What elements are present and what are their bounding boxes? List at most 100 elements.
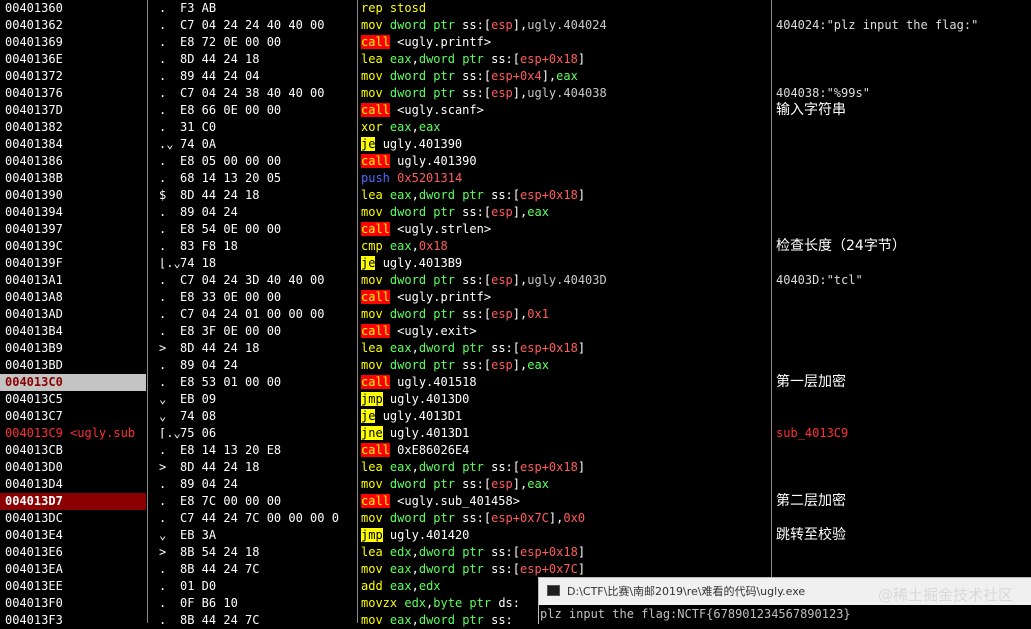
address-cell[interactable]: 004013C5 [0, 391, 146, 408]
address-cell[interactable]: 004013C7 [0, 408, 146, 425]
address-cell[interactable]: 00401384 [0, 136, 146, 153]
instruction[interactable]: mov dword ptr ss:[esp],eax [361, 476, 771, 493]
disasm-row[interactable]: 00401360. F3 AB rep stosd [0, 0, 1031, 17]
address-cell[interactable]: 004013E6 [0, 544, 146, 561]
disasm-row[interactable]: 00401394. 89 04 24 mov dword ptr ss:[esp],… [0, 204, 1031, 221]
disasm-row[interactable]: 004013A1. C7 04 24 3D 40 40 00 mov dword p… [0, 272, 1031, 289]
instruction[interactable]: mov dword ptr ss:[esp],0x1 [361, 306, 771, 323]
instruction[interactable]: lea eax,dword ptr ss:[esp+0x18] [361, 51, 771, 68]
disasm-row[interactable]: 004013A8. E8 33 0E 00 00 call <ugly.printf… [0, 289, 1031, 306]
comment-cell[interactable] [776, 561, 1031, 578]
address-cell[interactable]: 00401362 [0, 17, 146, 34]
address-cell[interactable]: 004013C0 [0, 374, 146, 391]
disasm-row[interactable]: 0040139C. 83 F8 18 cmp eax,0x18 检查长度（24字节） [0, 238, 1031, 255]
comment-cell[interactable]: 404024:"plz input the flag:" [776, 17, 1031, 34]
disasm-row[interactable]: 004013C5 ⌄ EB 09 jmp ugly.4013D0 [0, 391, 1031, 408]
address-cell[interactable]: 0040139F [0, 255, 146, 272]
instruction[interactable]: call <ugly.sub_401458> [361, 493, 771, 510]
address-cell[interactable]: 00401369 [0, 34, 146, 51]
disasm-row[interactable]: 004013E4 ⌄ EB 3A jmp ugly.401420 跳转至校验 [0, 527, 1031, 544]
instruction[interactable]: cmp eax,0x18 [361, 238, 771, 255]
address-cell[interactable]: 0040139C [0, 238, 146, 255]
disasm-row[interactable]: 00401397. E8 54 0E 00 00 call <ugly.strlen… [0, 221, 1031, 238]
instruction[interactable]: lea eax,dword ptr ss:[esp+0x18] [361, 340, 771, 357]
address-cell[interactable]: 00401394 [0, 204, 146, 221]
instruction[interactable]: mov dword ptr ss:[esp+0x7C],0x0 [361, 510, 771, 527]
address-cell[interactable]: 00401397 [0, 221, 146, 238]
disasm-row[interactable]: 004013D7. E8 7C 00 00 00 call <ugly.sub_40… [0, 493, 1031, 510]
comment-cell[interactable] [776, 187, 1031, 204]
instruction[interactable]: call <ugly.exit> [361, 323, 771, 340]
disasm-row[interactable]: 0040137D. E8 66 0E 00 00 call <ugly.scanf>… [0, 102, 1031, 119]
address-cell[interactable]: 004013A1 [0, 272, 146, 289]
disasm-row[interactable]: 0040139F ⌊.⌄ 74 18 je ugly.4013B9 [0, 255, 1031, 272]
disasm-row[interactable]: 00401390 $8D 44 24 18 lea eax,dword ptr ss… [0, 187, 1031, 204]
instruction[interactable]: mov dword ptr ss:[esp],eax [361, 204, 771, 221]
instruction[interactable]: call 0xE86026E4 [361, 442, 771, 459]
comment-cell[interactable]: 跳转至校验 [776, 527, 1031, 544]
address-cell[interactable]: 004013D7 [0, 493, 146, 510]
address-cell[interactable]: 00401376 [0, 85, 146, 102]
comment-cell[interactable] [776, 68, 1031, 85]
disasm-row[interactable]: 004013E6 >8B 54 24 18 lea edx,dword ptr ss… [0, 544, 1031, 561]
disasm-row[interactable]: 00401372. 89 44 24 04 mov dword ptr ss:[es… [0, 68, 1031, 85]
address-cell[interactable]: 004013EA [0, 561, 146, 578]
instruction[interactable]: je ugly.401390 [361, 136, 771, 153]
comment-cell[interactable] [776, 153, 1031, 170]
instruction[interactable]: je ugly.4013D1 [361, 408, 771, 425]
instruction[interactable]: je ugly.4013B9 [361, 255, 771, 272]
address-cell[interactable]: 004013C9 <ugly.sub [0, 425, 146, 442]
disasm-row[interactable]: 004013C9 <ugly.sub ⌈.⌄ 75 06 jne ugly.4013D… [0, 425, 1031, 442]
comment-cell[interactable] [776, 544, 1031, 561]
disasm-row[interactable]: 004013C7 ⌄ 74 08 je ugly.4013D1 [0, 408, 1031, 425]
comment-cell[interactable] [776, 357, 1031, 374]
instruction[interactable]: mov dword ptr ss:[esp],ugly.404024 [361, 17, 771, 34]
instruction[interactable]: xor eax,eax [361, 119, 771, 136]
instruction[interactable]: mov dword ptr ss:[esp+0x4],eax [361, 68, 771, 85]
disasm-row[interactable]: 004013BD. 89 04 24 mov dword ptr ss:[esp],… [0, 357, 1031, 374]
comment-cell[interactable] [776, 136, 1031, 153]
instruction[interactable]: call <ugly.scanf> [361, 102, 771, 119]
address-cell[interactable]: 00401386 [0, 153, 146, 170]
comment-cell[interactable] [776, 510, 1031, 527]
instruction[interactable]: call ugly.401518 [361, 374, 771, 391]
comment-cell[interactable] [776, 476, 1031, 493]
disasm-row[interactable]: 004013B9 >8D 44 24 18 lea eax,dword ptr ss… [0, 340, 1031, 357]
comment-cell[interactable] [776, 459, 1031, 476]
comment-cell[interactable] [776, 170, 1031, 187]
address-cell[interactable]: 00401382 [0, 119, 146, 136]
address-cell[interactable]: 0040137D [0, 102, 146, 119]
comment-cell[interactable]: 第一层加密 [776, 374, 1031, 391]
address-cell[interactable]: 00401360 [0, 0, 146, 17]
address-cell[interactable]: 004013F3 [0, 612, 146, 629]
disasm-row[interactable]: 00401369. E8 72 0E 00 00 call <ugly.printf… [0, 34, 1031, 51]
address-cell[interactable]: 004013F0 [0, 595, 146, 612]
address-cell[interactable]: 00401390 [0, 187, 146, 204]
disasm-row[interactable]: 00401362. C7 04 24 24 40 40 00 mov dword p… [0, 17, 1031, 34]
instruction[interactable]: push 0x5201314 [361, 170, 771, 187]
comment-cell[interactable] [776, 0, 1031, 17]
address-cell[interactable]: 004013D0 [0, 459, 146, 476]
disasm-row[interactable]: 004013B4. E8 3F 0E 00 00 call <ugly.exit> [0, 323, 1031, 340]
disasm-row[interactable]: 004013D0 >8D 44 24 18 lea eax,dword ptr ss… [0, 459, 1031, 476]
instruction[interactable]: jmp ugly.401420 [361, 527, 771, 544]
comment-cell[interactable] [776, 289, 1031, 306]
address-cell[interactable]: 004013BD [0, 357, 146, 374]
disasm-row[interactable]: 00401376. C7 04 24 38 40 40 00 mov dword p… [0, 85, 1031, 102]
instruction[interactable]: rep stosd [361, 0, 771, 17]
address-cell[interactable]: 004013D4 [0, 476, 146, 493]
disassembly-view[interactable]: 00401360. F3 AB rep stosd 00401362. C7 04 24… [0, 0, 1031, 627]
disasm-row[interactable]: 004013DC. C7 44 24 7C 00 00 00 0 mov dword… [0, 510, 1031, 527]
comment-cell[interactable] [776, 391, 1031, 408]
disasm-row[interactable]: 004013C0. E8 53 01 00 00 call ugly.401518 第… [0, 374, 1031, 391]
address-cell[interactable]: 004013DC [0, 510, 146, 527]
disasm-row[interactable]: 004013AD. C7 04 24 01 00 00 00 mov dword p… [0, 306, 1031, 323]
instruction[interactable]: lea edx,dword ptr ss:[esp+0x18] [361, 544, 771, 561]
address-cell[interactable]: 004013EE [0, 578, 146, 595]
instruction[interactable]: mov eax,dword ptr ss:[esp+0x7C] [361, 561, 771, 578]
address-cell[interactable]: 004013B9 [0, 340, 146, 357]
disasm-row[interactable]: 0040136E. 8D 44 24 18 lea eax,dword ptr ss… [0, 51, 1031, 68]
instruction[interactable]: call ugly.401390 [361, 153, 771, 170]
address-cell[interactable]: 004013B4 [0, 323, 146, 340]
instruction[interactable]: jne ugly.4013D1 [361, 425, 771, 442]
